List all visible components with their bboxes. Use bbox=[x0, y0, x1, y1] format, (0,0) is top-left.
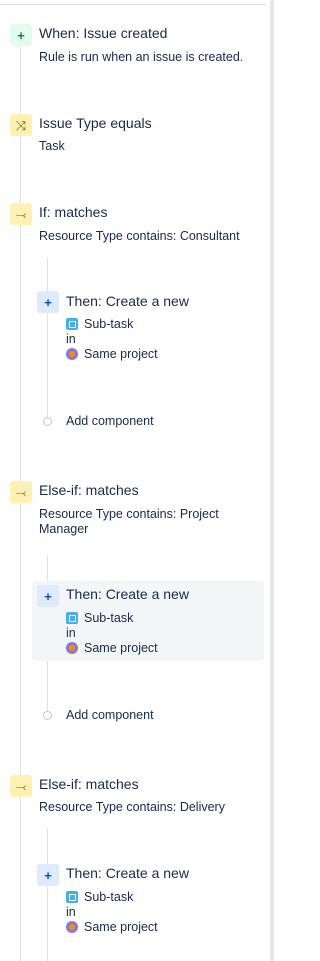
project-avatar-icon bbox=[66, 348, 78, 360]
subtask-icon bbox=[66, 891, 78, 903]
condition-description: Task bbox=[39, 139, 65, 153]
plus-icon: + bbox=[10, 24, 32, 46]
project-label: Same project bbox=[84, 641, 158, 655]
branch-line bbox=[47, 258, 48, 425]
in-label: in bbox=[66, 905, 76, 919]
project-line: Same project bbox=[66, 641, 158, 655]
add-component-link[interactable]: Add component bbox=[66, 708, 154, 722]
if-title[interactable]: If: matches bbox=[39, 204, 107, 220]
subtask-icon bbox=[66, 318, 78, 330]
in-label: in bbox=[66, 626, 76, 640]
plus-icon: + bbox=[37, 585, 59, 607]
shuffle-icon: ⤨ bbox=[10, 114, 32, 136]
add-component-dot-icon bbox=[43, 417, 52, 426]
add-component-dot-icon bbox=[43, 711, 52, 720]
project-avatar-icon bbox=[66, 921, 78, 933]
else-if-description: Resource Type contains: Delivery bbox=[39, 800, 225, 814]
in-label: in bbox=[66, 332, 76, 346]
action-title[interactable]: Then: Create a new bbox=[66, 586, 189, 602]
action-title[interactable]: Then: Create a new bbox=[66, 293, 189, 309]
scrollbar[interactable] bbox=[270, 0, 274, 961]
else-if-description: Resource Type contains: Project Manager bbox=[39, 507, 219, 536]
project-label: Same project bbox=[84, 347, 158, 361]
condition-title[interactable]: Issue Type equals bbox=[39, 115, 152, 131]
issue-type-label: Sub-task bbox=[84, 890, 134, 904]
project-label: Same project bbox=[84, 920, 158, 934]
issue-type-line: Sub-task bbox=[66, 890, 133, 904]
trigger-description: Rule is run when an issue is created. bbox=[39, 50, 244, 64]
else-if-title[interactable]: Else-if: matches bbox=[39, 482, 139, 498]
branch-line bbox=[47, 828, 48, 961]
project-line: Same project bbox=[66, 347, 158, 361]
else-if-title[interactable]: Else-if: matches bbox=[39, 776, 139, 792]
add-component-link[interactable]: Add component bbox=[66, 414, 154, 428]
top-divider bbox=[0, 4, 266, 5]
branch-icon: ⤙ bbox=[10, 203, 32, 225]
branch-icon: ⤙ bbox=[10, 775, 32, 797]
plus-icon: + bbox=[37, 864, 59, 886]
issue-type-line: Sub-task bbox=[66, 611, 133, 625]
branch-icon: ⤙ bbox=[10, 481, 32, 503]
plus-icon: + bbox=[37, 291, 59, 313]
project-line: Same project bbox=[66, 920, 158, 934]
subtask-icon bbox=[66, 612, 78, 624]
project-avatar-icon bbox=[66, 642, 78, 654]
if-description: Resource Type contains: Consultant bbox=[39, 229, 240, 243]
issue-type-line: Sub-task bbox=[66, 317, 133, 331]
issue-type-label: Sub-task bbox=[84, 317, 134, 331]
action-title[interactable]: Then: Create a new bbox=[66, 865, 189, 881]
issue-type-label: Sub-task bbox=[84, 611, 134, 625]
trigger-title[interactable]: When: Issue created bbox=[39, 25, 167, 41]
